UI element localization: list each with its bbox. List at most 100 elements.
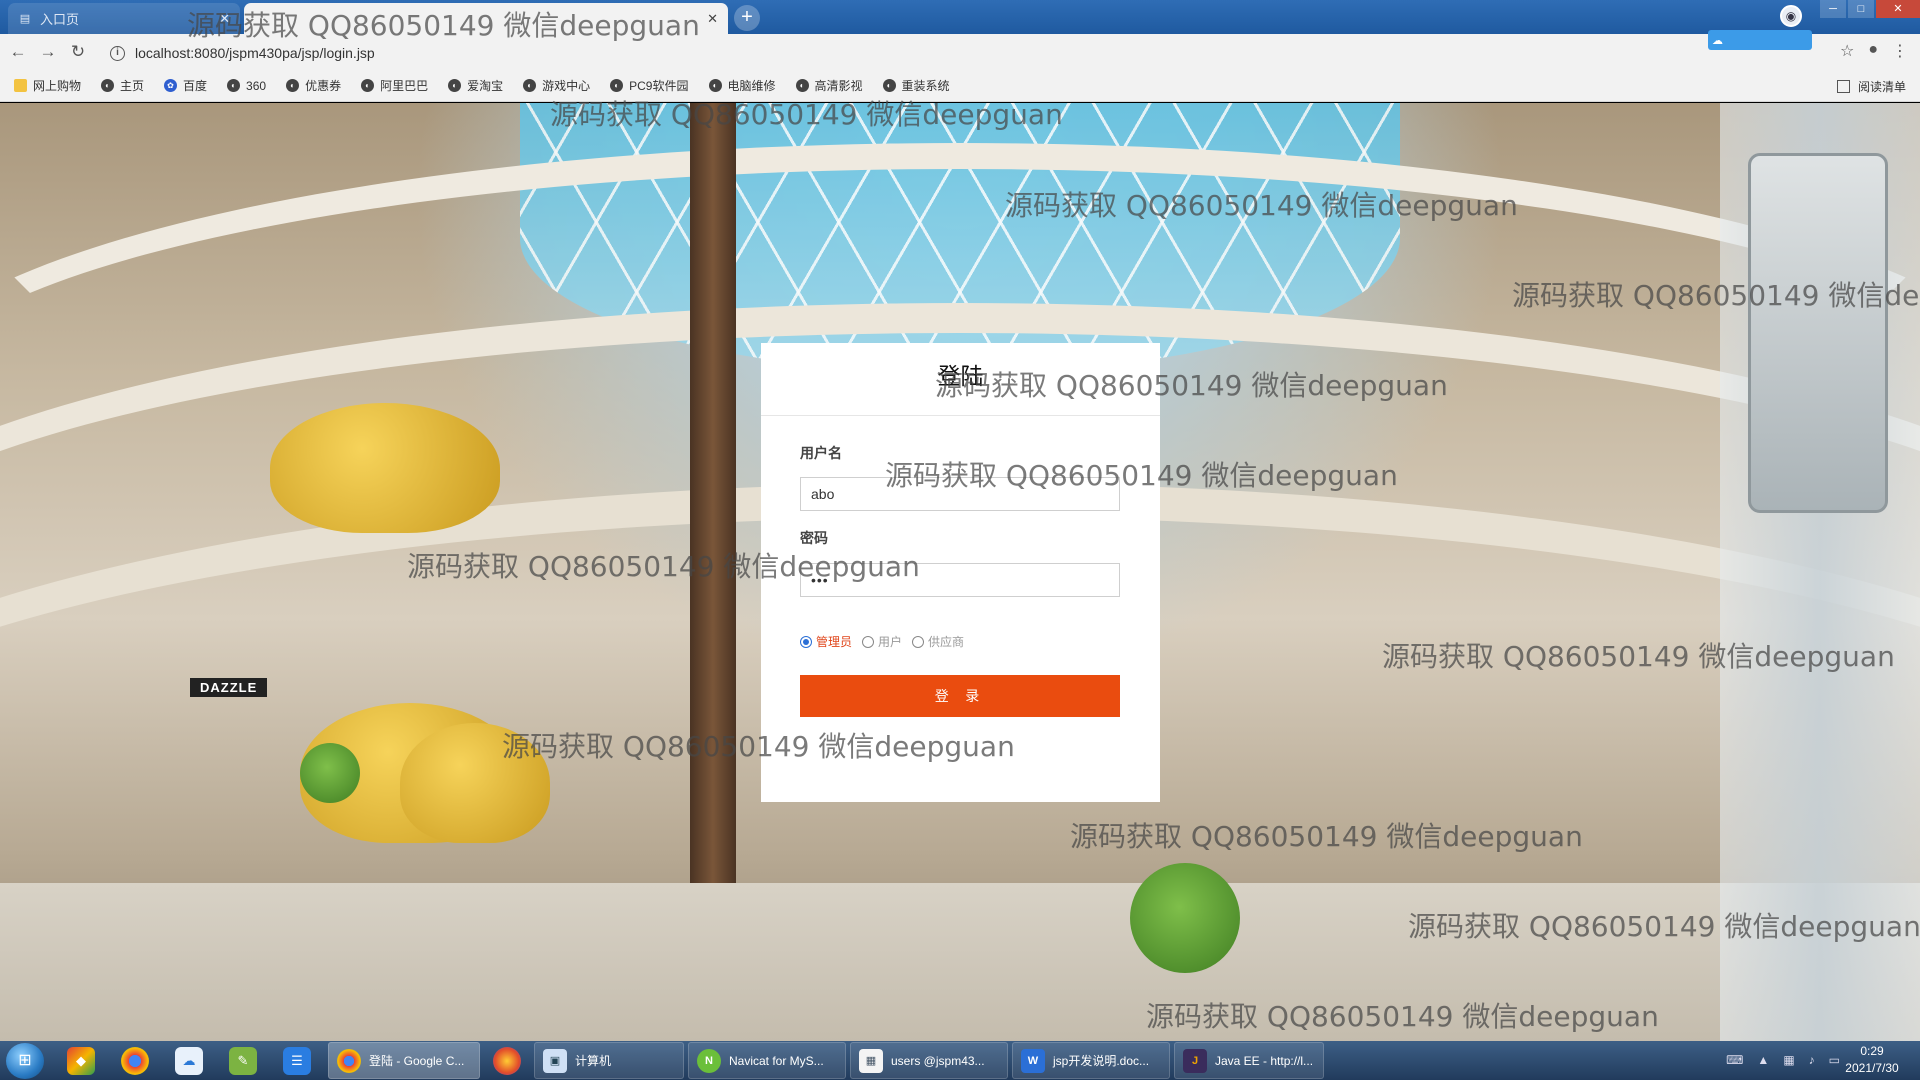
taskbar-task[interactable]: 登陆 - Google C... [328, 1042, 480, 1079]
bookmark-item[interactable]: ◐ 电脑维修 [708, 77, 776, 94]
role-radio-user[interactable]: 用户 [862, 633, 902, 650]
new-tab-button[interactable]: + [734, 5, 760, 31]
address-bar[interactable]: i localhost:8080/jspm430pa/jsp/login.jsp [110, 40, 1688, 66]
volume-icon[interactable]: ♪ [1809, 1053, 1815, 1067]
globe-icon: ◐ [227, 79, 241, 92]
address-url[interactable]: localhost:8080/jspm430pa/jsp/login.jsp [135, 45, 375, 61]
tray-expand-icon[interactable]: ▲ [1757, 1053, 1769, 1067]
back-arrow-icon[interactable]: ← [6, 40, 30, 64]
login-submit-button[interactable]: 登 录 [800, 675, 1120, 717]
role-radio-group: 管理员 用户 供应商 [800, 633, 974, 650]
username-label: 用户名 [800, 446, 842, 462]
forward-arrow-icon[interactable]: → [36, 40, 60, 64]
store-sign: DAZZLE [190, 678, 268, 697]
profile-menu-icon[interactable]: ◉ [1780, 5, 1802, 27]
globe-icon: ◐ [448, 79, 462, 92]
chrome-icon [337, 1048, 361, 1073]
pinned-app[interactable]: ☰ [270, 1042, 324, 1079]
action-center-icon[interactable]: ▭ [1829, 1053, 1840, 1067]
bookmark-item[interactable]: ✿ 百度 [164, 77, 207, 94]
tab-close-icon[interactable]: ✕ [219, 11, 230, 27]
password-label: 密码 [800, 531, 828, 547]
taskbar-clock[interactable]: 0:29 2021/7/30 [1842, 1043, 1902, 1077]
bookmark-label: 高清影视 [814, 79, 863, 93]
role-radio-supplier[interactable]: 供应商 [912, 633, 964, 650]
window-close-button[interactable]: ✕ [1876, 0, 1920, 18]
cloud-drive-icon: ☁ [175, 1046, 203, 1075]
bookmark-item[interactable]: ◐ 爱淘宝 [448, 77, 503, 94]
reading-list-label: 阅读清单 [1857, 80, 1906, 94]
bookmark-item[interactable]: ◐ 游戏中心 [523, 77, 590, 94]
page-favicon-icon [254, 12, 268, 26]
pinned-app[interactable] [108, 1042, 162, 1079]
site-info-icon[interactable]: i [110, 45, 125, 61]
folder-icon [14, 79, 27, 92]
taskbar-task[interactable]: W jsp开发说明.doc... [1012, 1042, 1170, 1079]
extension-badge[interactable]: ☁ [1708, 30, 1812, 50]
bookmark-label: 阿里巴巴 [380, 79, 429, 93]
radio-button[interactable] [800, 635, 812, 648]
network-icon[interactable]: ▦ [1783, 1053, 1794, 1067]
radio-button[interactable] [862, 635, 875, 648]
bookmark-item[interactable]: ◐ 重装系统 [882, 77, 950, 94]
pinned-app[interactable] [484, 1042, 530, 1079]
globe-icon: ◐ [361, 79, 375, 92]
tab-login[interactable]: ✕ [244, 3, 728, 34]
role-label: 管理员 [816, 635, 853, 649]
notepad-icon: ✎ [229, 1046, 257, 1075]
taskbar-task[interactable]: ▣ 计算机 [534, 1042, 684, 1079]
tab-entry-page[interactable]: ▤ 入口页 ✕ [8, 3, 240, 34]
bookmark-star-icon[interactable]: ☆ [1840, 41, 1854, 61]
chrome-icon [121, 1046, 149, 1075]
browser-tabstrip: ▤ 入口页 ✕ ✕ + ◉ ─ □ ✕ [0, 0, 1920, 34]
taskbar-task[interactable]: J Java EE - http://l... [1174, 1042, 1324, 1079]
radio-button[interactable] [912, 635, 925, 648]
bookmark-label: 电脑维修 [727, 79, 776, 93]
table-icon: ▦ [859, 1048, 883, 1073]
maximize-button[interactable]: □ [1848, 0, 1874, 18]
wps-icon: W [1021, 1048, 1045, 1073]
reload-icon[interactable]: ↻ [66, 40, 90, 64]
username-input[interactable]: abo [800, 477, 1120, 511]
reading-list-button[interactable]: 阅读清单 [1836, 78, 1906, 95]
password-input[interactable]: ••• [800, 563, 1120, 597]
minimize-button[interactable]: ─ [1820, 0, 1846, 18]
globe-icon: ◐ [882, 79, 896, 92]
bookmark-label: 网上购物 [33, 79, 82, 93]
taskbar-task[interactable]: N Navicat for MyS... [688, 1042, 846, 1079]
pinned-app[interactable]: ✎ [216, 1042, 270, 1079]
taskbar-task[interactable]: ▦ users @jspm43... [850, 1042, 1008, 1079]
list-app-icon: ☰ [283, 1046, 311, 1075]
bookmark-item[interactable]: 网上购物 [14, 77, 81, 94]
browser-toolbar: ← → ↻ i localhost:8080/jspm430pa/jsp/log… [0, 34, 1920, 70]
keyboard-icon[interactable]: ⌨ [1726, 1053, 1743, 1067]
window-controls: ─ □ ✕ [1818, 0, 1920, 18]
divider [761, 415, 1160, 416]
atrium-floor [0, 883, 1920, 1041]
system-tray: ⌨ ▲ ▦ ♪ ▭ [1726, 1053, 1840, 1067]
bookmark-item[interactable]: ◐ 主页 [101, 77, 144, 94]
task-label: Java EE - http://l... [1215, 1053, 1314, 1068]
browser-menu-icon[interactable]: ⋮ [1892, 41, 1908, 61]
bookmark-label: 优惠券 [305, 79, 342, 93]
role-label: 供应商 [928, 635, 965, 649]
bookmark-label: 百度 [183, 79, 208, 93]
account-icon[interactable]: ● [1868, 41, 1878, 61]
bookmark-item[interactable]: ◐ 优惠券 [286, 77, 341, 94]
toolbar-actions: ☆ ● ⋮ [1840, 41, 1908, 61]
role-label: 用户 [878, 635, 903, 649]
globe-icon: ◐ [286, 79, 300, 92]
tab-close-icon[interactable]: ✕ [707, 11, 718, 27]
bookmark-item[interactable]: ◐ 360 [227, 79, 266, 93]
bookmark-label: 重装系统 [901, 79, 950, 93]
bookmark-item[interactable]: ◐ 阿里巴巴 [361, 77, 428, 94]
yellow-pod-seating [270, 403, 500, 533]
bookmark-label: 爱淘宝 [467, 79, 504, 93]
bookmark-item[interactable]: ◐ 高清影视 [795, 77, 863, 94]
pinned-app[interactable]: ◆ [54, 1042, 108, 1079]
start-button[interactable]: ⊞ [6, 1042, 44, 1079]
pinned-app[interactable]: ☁ [162, 1042, 216, 1079]
bookmark-item[interactable]: ◐ PC9软件园 [610, 77, 689, 94]
clock-date: 2021/7/30 [1845, 1061, 1899, 1075]
role-radio-admin[interactable]: 管理员 [800, 633, 852, 650]
